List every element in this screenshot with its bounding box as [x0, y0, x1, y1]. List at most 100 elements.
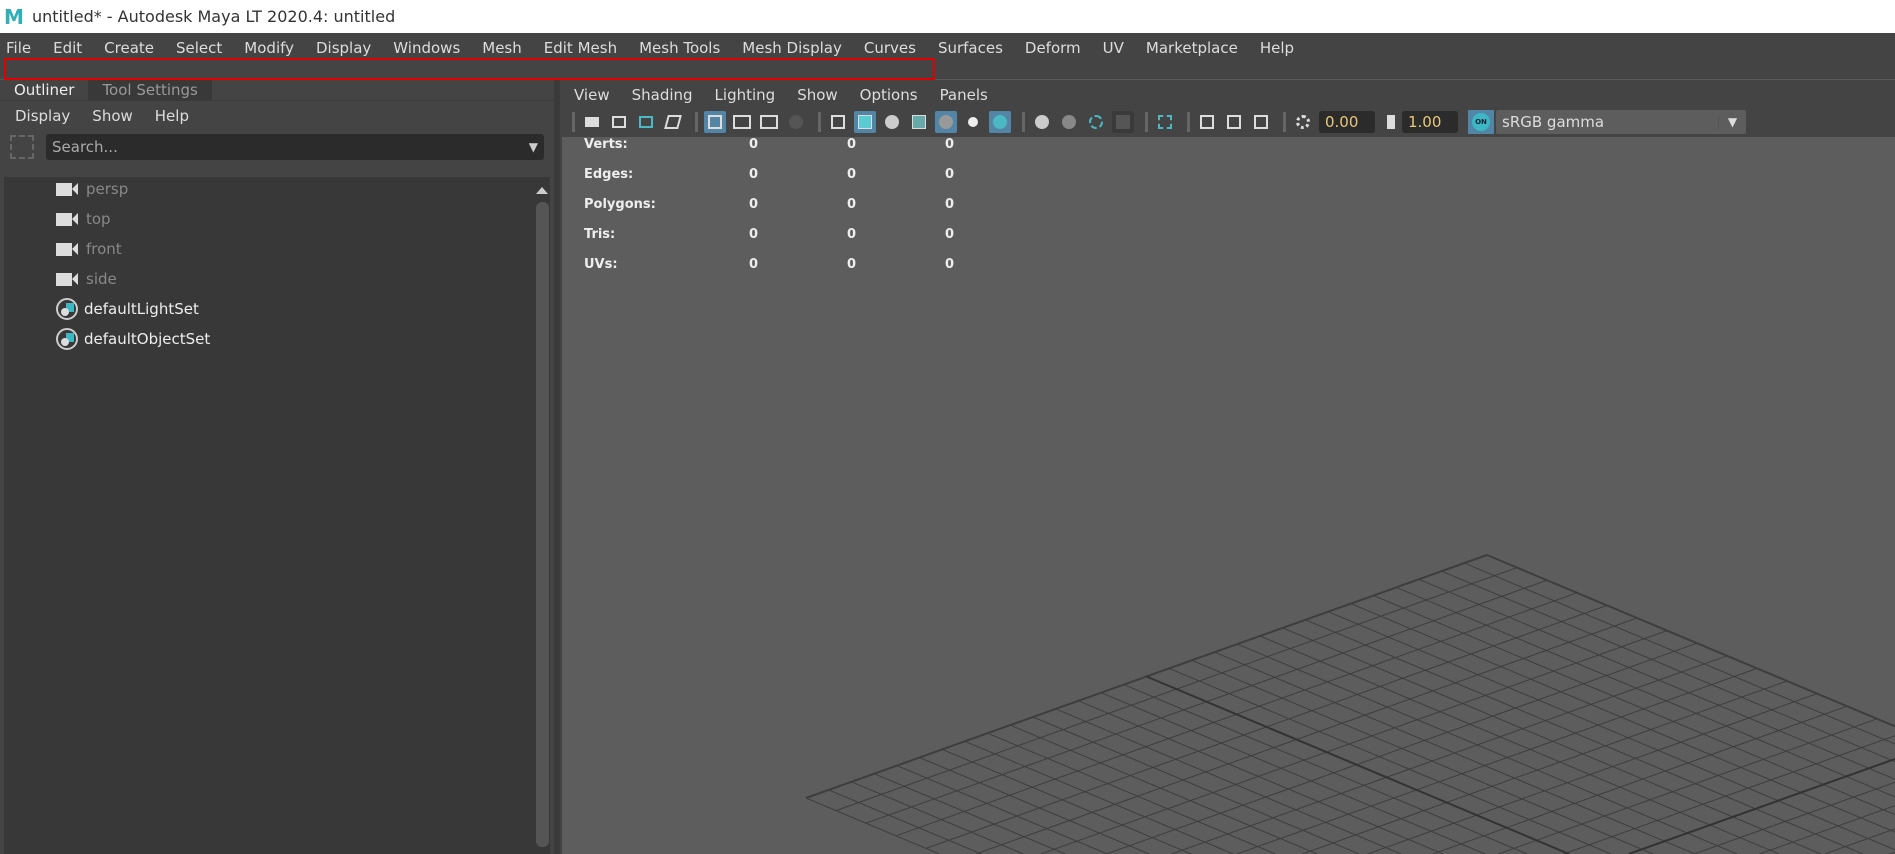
hud-value: 0: [847, 167, 857, 182]
grid-line: [1418, 578, 1895, 780]
grid-line: [1486, 554, 1895, 728]
menu-uv[interactable]: UV: [1103, 39, 1124, 57]
textured-icon[interactable]: [935, 111, 957, 133]
menu-deform[interactable]: Deform: [1025, 39, 1081, 57]
outliner-menu-show[interactable]: Show: [92, 107, 132, 125]
scrollbar[interactable]: [534, 177, 550, 854]
use-all-lights-icon[interactable]: [962, 111, 984, 133]
screen-space-ao-icon[interactable]: [1031, 111, 1053, 133]
set-icon: [56, 328, 78, 350]
menu-surfaces[interactable]: Surfaces: [938, 39, 1003, 57]
color-management-toggle[interactable]: ON: [1468, 110, 1494, 134]
isolate-select-icon[interactable]: [1154, 111, 1176, 133]
menu-modify[interactable]: Modify: [244, 39, 294, 57]
tab-tool-settings[interactable]: Tool Settings: [88, 80, 212, 100]
menu-help[interactable]: Help: [1260, 39, 1294, 57]
menu-edit-mesh[interactable]: Edit Mesh: [544, 39, 617, 57]
viewport-menu-show[interactable]: Show: [797, 86, 837, 104]
hud-value: 0: [847, 137, 857, 152]
hud-value: 0: [847, 257, 857, 272]
menu-create[interactable]: Create: [104, 39, 154, 57]
hud-value: 0: [749, 257, 759, 272]
viewport-menu-view[interactable]: View: [574, 86, 610, 104]
exposure-field[interactable]: 0.00: [1319, 111, 1375, 133]
menu-edit[interactable]: Edit: [53, 39, 82, 57]
list-item[interactable]: defaultObjectSet: [56, 324, 210, 354]
viewport-menu-panels[interactable]: Panels: [940, 86, 988, 104]
exposure-icon[interactable]: [1292, 111, 1314, 133]
viewport-panel: View Shading Lighting Show Options Panel…: [560, 80, 1895, 854]
maya-logo-icon: M: [4, 4, 24, 29]
list-item[interactable]: defaultLightSet: [56, 294, 199, 324]
menu-select[interactable]: Select: [176, 39, 222, 57]
list-item[interactable]: persp: [56, 174, 128, 204]
menu-mesh[interactable]: Mesh: [482, 39, 522, 57]
xray-icon[interactable]: [1196, 111, 1218, 133]
scrollbar-thumb[interactable]: [536, 202, 549, 847]
3d-viewport-canvas[interactable]: Verts: 0 0 0 Edges: 0 0 0 Polygons: 0 0 0 Tris: 0 0 0 UV…: [562, 137, 1895, 854]
chevron-down-icon[interactable]: ▼: [529, 140, 538, 154]
camera-icon: [56, 212, 80, 226]
hud-value: 0: [749, 227, 759, 242]
grid-line: [1464, 562, 1895, 745]
grid-line: [1396, 586, 1895, 798]
grid-line: [1259, 635, 1780, 854]
motion-blur-icon[interactable]: [1058, 111, 1080, 133]
shadows-icon[interactable]: [989, 111, 1011, 133]
image-plane-icon[interactable]: [662, 111, 684, 133]
xray-active-components-icon[interactable]: [1223, 111, 1245, 133]
hud-value: 0: [945, 197, 955, 212]
viewport-menu-shading[interactable]: Shading: [632, 86, 693, 104]
wireframe-on-shaded-icon[interactable]: [908, 111, 930, 133]
grid-icon[interactable]: [704, 111, 726, 133]
camera-icon: [56, 182, 80, 196]
grid-line: [964, 740, 1234, 854]
grid-line: [1628, 758, 1895, 854]
list-item[interactable]: top: [56, 204, 111, 234]
use-default-material-icon[interactable]: [881, 111, 903, 133]
smooth-shade-icon[interactable]: [854, 111, 876, 133]
list-item[interactable]: front: [56, 234, 122, 264]
grid-line: [1824, 828, 1895, 854]
xray-joints-icon[interactable]: [1250, 111, 1272, 133]
gamma-field[interactable]: 1.00: [1402, 111, 1458, 133]
gate-mask-icon[interactable]: [785, 111, 807, 133]
resolution-gate-icon[interactable]: [758, 111, 780, 133]
camera-attributes-icon[interactable]: [635, 111, 657, 133]
menu-marketplace[interactable]: Marketplace: [1146, 39, 1238, 57]
select-camera-icon[interactable]: [581, 111, 603, 133]
wireframe-icon[interactable]: [827, 111, 849, 133]
outliner-menu-display[interactable]: Display: [15, 107, 70, 125]
menu-display[interactable]: Display: [316, 39, 371, 57]
lock-camera-icon[interactable]: [608, 111, 630, 133]
search-input[interactable]: Search... ▼: [46, 134, 544, 160]
depth-of-field-icon[interactable]: [1112, 111, 1134, 133]
hud-value: 0: [945, 227, 955, 242]
list-item[interactable]: side: [56, 264, 117, 294]
ground-grid: [805, 554, 1895, 854]
viewport-menu-lighting[interactable]: Lighting: [715, 86, 776, 104]
viewport-menu-options[interactable]: Options: [860, 86, 918, 104]
hud-value: 0: [945, 137, 955, 152]
outliner-menu-help[interactable]: Help: [155, 107, 189, 125]
gamma-icon[interactable]: [1385, 111, 1397, 133]
color-space-dropdown[interactable]: sRGB gamma ▼: [1496, 110, 1746, 134]
hud-label: Tris:: [584, 227, 616, 242]
chevron-down-icon[interactable]: ▼: [1718, 115, 1746, 129]
hud-value: 0: [749, 137, 759, 152]
scroll-up-icon[interactable]: [536, 187, 548, 194]
menu-windows[interactable]: Windows: [393, 39, 460, 57]
tab-outliner[interactable]: Outliner: [0, 80, 89, 100]
menu-curves[interactable]: Curves: [864, 39, 916, 57]
grid-line: [1123, 684, 1528, 854]
filter-icon[interactable]: [10, 135, 34, 159]
film-gate-icon[interactable]: [731, 111, 753, 133]
menu-mesh-display[interactable]: Mesh Display: [742, 39, 842, 57]
grid-line: [1191, 659, 1654, 854]
menu-mesh-tools[interactable]: Mesh Tools: [639, 39, 720, 57]
grid-line: [1563, 735, 1895, 854]
menu-file[interactable]: File: [6, 39, 31, 57]
anti-aliasing-icon[interactable]: [1085, 111, 1107, 133]
hud-label: Verts:: [584, 137, 628, 152]
grid-line: [1055, 708, 1402, 854]
